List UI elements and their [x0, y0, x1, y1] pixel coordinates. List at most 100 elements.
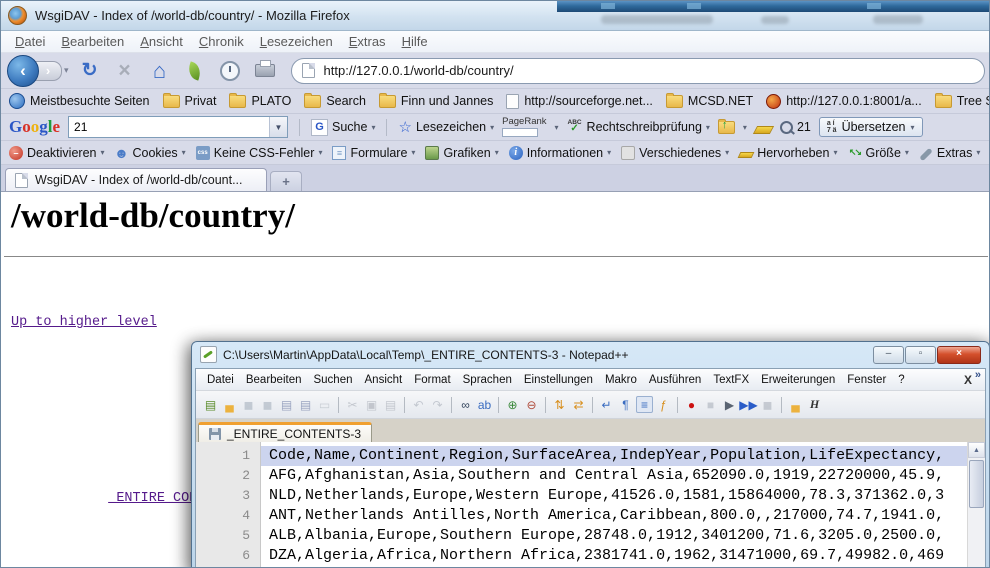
send-to-folder-icon[interactable]	[718, 121, 735, 134]
dropdown-icon[interactable]: ▾	[555, 123, 559, 132]
editor-line[interactable]: 5 ALB,Albania,Europe,Southern Europe,287…	[196, 526, 968, 546]
search-dropdown-icon[interactable]: ▼	[269, 117, 287, 137]
firefox-menu-item[interactable]: Hilfe	[394, 32, 436, 51]
bookmark-item[interactable]: Privat	[163, 94, 217, 108]
notepadpp-menu-item[interactable]: Einstellungen	[518, 374, 599, 386]
editor-line[interactable]: 4 ANT,Netherlands Antilles,North America…	[196, 506, 968, 526]
toolbar-icon[interactable]	[781, 397, 782, 413]
editor-line[interactable]: 6 DZA,Algeria,Africa,Northern Africa,238…	[196, 546, 968, 566]
dropdown-icon[interactable]: ▾	[743, 123, 747, 132]
notepadpp-menu-item[interactable]: Format	[408, 374, 456, 386]
firefox-menu-item[interactable]: Ansicht	[132, 32, 191, 51]
notepadpp-menu-item[interactable]: Sprachen	[457, 374, 518, 386]
editor-area[interactable]: 1 Code,Name,Continent,Region,SurfaceArea…	[196, 442, 985, 568]
firefox-menu-item[interactable]: Bearbeiten	[53, 32, 132, 51]
editor-scrollbar[interactable]: ▲	[967, 442, 985, 568]
close-button[interactable]: ×	[937, 346, 981, 364]
google-search-input[interactable]	[69, 120, 269, 134]
toolbar-icon[interactable]	[451, 397, 452, 413]
minimize-button[interactable]: –	[873, 346, 904, 364]
webdev-menu-button[interactable]: Formulare ▾	[332, 146, 415, 160]
toolbar-icon[interactable]: ⇅	[551, 396, 568, 413]
find-counter[interactable]: 21	[780, 120, 811, 134]
new-tab-button[interactable]: +	[270, 171, 302, 191]
webdev-menu-button[interactable]: Verschiedenes ▾	[621, 146, 729, 160]
bookmark-item[interactable]: MCSD.NET	[666, 94, 753, 108]
history-dropdown-icon[interactable]: ▾	[64, 65, 69, 76]
firefox-menu-item[interactable]: Extras	[341, 32, 394, 51]
url-bar[interactable]	[291, 58, 985, 84]
toolbar-icon[interactable]: H	[806, 396, 823, 413]
google-search-button[interactable]: G Suche ▾	[311, 119, 375, 136]
toolbar-icon[interactable]: ⊕	[504, 396, 521, 413]
reload-icon[interactable]: ↻	[79, 60, 101, 82]
toolbar-icon[interactable]: ◼	[759, 396, 776, 413]
toolbar-icon[interactable]: ↵	[598, 396, 615, 413]
webdev-menu-button[interactable]: Hervorheben ▾	[739, 146, 837, 160]
notepadpp-menu-item[interactable]: Bearbeiten	[240, 374, 308, 386]
toolbar-icon[interactable]	[677, 397, 678, 413]
scrollbar-thumb[interactable]	[969, 460, 984, 508]
toolbar-icon[interactable]: ▶	[721, 396, 738, 413]
google-search-box[interactable]: ▼	[68, 116, 288, 138]
toolbar-icon[interactable]: ✂	[344, 396, 361, 413]
spellcheck-button[interactable]: ABC✓ Rechtschreibprüfung ▾	[567, 120, 710, 135]
toolbar-icon[interactable]: ▭	[316, 396, 333, 413]
toolbar-icon[interactable]: ▄	[221, 396, 238, 413]
toolbar-icon[interactable]: ■	[702, 396, 719, 413]
toolbar-icon[interactable]: ▶▶	[740, 396, 757, 413]
toolbar-icon[interactable]	[592, 397, 593, 413]
up-level-link[interactable]: Up to higher level	[11, 312, 157, 334]
notepadpp-menu-item[interactable]: ?	[892, 374, 910, 386]
webdev-menu-button[interactable]: Extras ▾	[919, 146, 980, 160]
toolbar-icon[interactable]: ↶	[410, 396, 427, 413]
browser-tab[interactable]: WsgiDAV - Index of /world-db/count...	[5, 168, 267, 191]
notepadpp-menu-item[interactable]: Erweiterungen	[755, 374, 841, 386]
webdev-menu-button[interactable]: Keine CSS-Fehler ▾	[196, 146, 323, 160]
toolbar-icon[interactable]	[498, 397, 499, 413]
notepadpp-menu-item[interactable]: Ausführen	[643, 374, 707, 386]
notepadpp-menu-item[interactable]: Ansicht	[359, 374, 409, 386]
dropdown-icon[interactable]: ▾	[490, 123, 494, 132]
notepadpp-titlebar[interactable]: C:\Users\Martin\AppData\Local\Temp\_ENTI…	[192, 342, 989, 367]
toolbar-icon[interactable]: ▤	[202, 396, 219, 413]
highlighter-icon[interactable]	[753, 126, 774, 134]
editor-line[interactable]: 3 NLD,Netherlands,Europe,Western Europe,…	[196, 486, 968, 506]
notepadpp-menu-item[interactable]: Datei	[201, 374, 240, 386]
bookmark-item[interactable]: Tree Samples	[935, 94, 990, 108]
bookmark-item[interactable]: http://sourceforge.net...	[506, 94, 653, 109]
toolbar-icon[interactable]: ●	[683, 396, 700, 413]
toolbar-icon[interactable]: ↷	[429, 396, 446, 413]
history-clock-icon[interactable]	[219, 60, 241, 82]
toolbar-icon[interactable]	[545, 397, 546, 413]
firefox-menu-item[interactable]: Lesezeichen	[252, 32, 341, 51]
toolbar-icon[interactable]: ⊖	[523, 396, 540, 413]
bookmarks-button[interactable]: ☆ Lesezeichen ▾	[398, 118, 494, 136]
firefox-menu-item[interactable]: Chronik	[191, 32, 252, 51]
toolbar-icon[interactable]: ab	[476, 396, 493, 413]
toolbar-icon[interactable]	[404, 397, 405, 413]
dropdown-icon[interactable]: ▾	[706, 123, 710, 132]
toolbar-icon[interactable]: ▤	[278, 396, 295, 413]
dropdown-icon[interactable]: ▾	[911, 123, 915, 132]
toolbar-icon[interactable]: ƒ	[655, 396, 672, 413]
bookmark-item[interactable]: Meistbesuchte Seiten	[9, 93, 150, 109]
forward-button[interactable]: ›	[35, 61, 62, 81]
toolbar-icon[interactable]: ≡	[636, 396, 653, 413]
notepadpp-menu-item[interactable]: Makro	[599, 374, 643, 386]
pagerank-indicator[interactable]: PageRank	[502, 117, 546, 137]
toolbar-icon[interactable]: ¶	[617, 396, 634, 413]
bookmark-item[interactable]: http://127.0.0.1:8001/a...	[766, 94, 922, 109]
toolbar-icon[interactable]: ▄	[787, 396, 804, 413]
notepadpp-menu-item[interactable]: Fenster	[841, 374, 892, 386]
print-icon[interactable]	[254, 60, 276, 82]
toolbar-icon[interactable]: ◼	[259, 396, 276, 413]
feed-reader-icon[interactable]	[184, 60, 206, 82]
webdev-menu-button[interactable]: Informationen ▾	[509, 146, 611, 160]
toolbar-icon[interactable]: ▤	[297, 396, 314, 413]
bookmark-item[interactable]: Search	[304, 94, 366, 108]
stop-icon[interactable]: ×	[114, 60, 136, 82]
maximize-button[interactable]: ▫	[905, 346, 936, 364]
document-tab[interactable]: _ENTIRE_CONTENTS-3	[198, 422, 372, 443]
webdev-menu-button[interactable]: Größe ▾	[847, 146, 908, 160]
